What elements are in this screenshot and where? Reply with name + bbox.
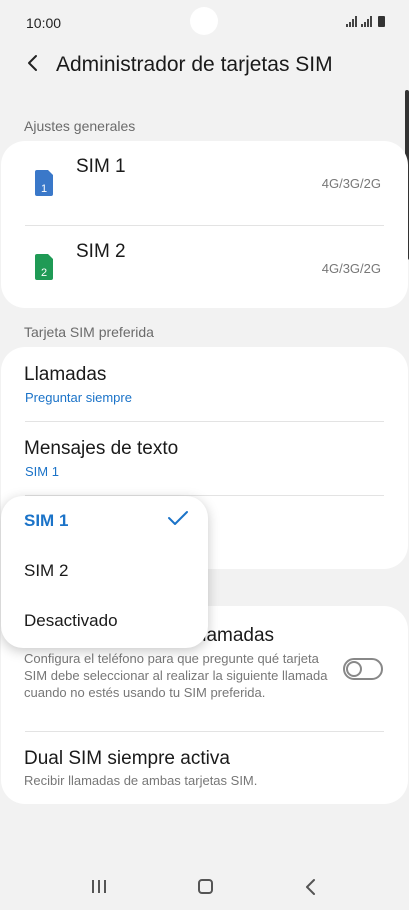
home-icon[interactable]: [198, 879, 213, 894]
dropdown-option-label: Desactivado: [24, 611, 118, 630]
dropdown-option-off[interactable]: Desactivado: [1, 596, 208, 648]
dropdown-option-label: SIM 1: [24, 511, 69, 530]
battery-icon: [378, 16, 385, 27]
calls-value: Preguntar siempre: [25, 390, 132, 405]
ask-calls-description: Configura el teléfono para que pregunte …: [24, 651, 328, 700]
back-icon[interactable]: [303, 878, 319, 896]
calls-row[interactable]: Llamadas Preguntar siempre: [1, 347, 408, 421]
svg-text:2: 2: [41, 267, 47, 279]
check-icon: [168, 511, 188, 525]
messages-value: SIM 1: [25, 464, 59, 479]
dual-sim-description: Recibir llamadas de ambas tarjetas SIM.: [24, 773, 258, 788]
status-time: 10:00: [26, 15, 62, 31]
toggle-knob: [346, 661, 362, 677]
dual-sim-row[interactable]: Dual SIM siempre activa Recibir llamadas…: [1, 732, 408, 802]
sim-row-2[interactable]: 2 SIM 2 4G/3G/2G: [1, 226, 408, 310]
ask-calls-title: llamadas: [198, 625, 275, 646]
sim-card-icon: 2: [35, 254, 53, 280]
camera-cutout: [190, 7, 218, 35]
signal-icon-sim2: [361, 16, 372, 27]
back-arrow-icon[interactable]: [22, 52, 44, 74]
recent-apps-icon[interactable]: [92, 880, 106, 893]
messages-title: Mensajes de texto: [24, 438, 179, 459]
page-title: Administrador de tarjetas SIM: [56, 53, 333, 76]
dropdown-option-sim1[interactable]: SIM 1: [1, 496, 208, 546]
signal-icon-sim1: [346, 16, 357, 27]
calls-title: Llamadas: [24, 364, 107, 385]
sim-select-dropdown: SIM 1 SIM 2 Desactivado: [1, 496, 208, 648]
dropdown-option-label: SIM 2: [24, 561, 69, 580]
sim-name: SIM 2: [76, 241, 126, 262]
sim-card-icon: 1: [35, 170, 53, 196]
sim-network: 4G/3G/2G: [321, 261, 381, 276]
dual-sim-title: Dual SIM siempre activa: [24, 748, 230, 769]
section-label-general: Ajustes generales: [24, 118, 136, 134]
dropdown-option-sim2[interactable]: SIM 2: [1, 546, 208, 596]
svg-text:1: 1: [41, 183, 47, 195]
app-header: Administrador de tarjetas SIM: [0, 46, 409, 86]
section-label-preferred: Tarjeta SIM preferida: [24, 324, 154, 340]
sim-network: 4G/3G/2G: [321, 176, 381, 191]
sim-name: SIM 1: [76, 156, 126, 177]
messages-row[interactable]: Mensajes de texto SIM 1: [1, 422, 408, 495]
navigation-bar: [0, 862, 409, 910]
sim-row-1[interactable]: 1 SIM 1 4G/3G/2G: [1, 141, 408, 225]
status-icons: [346, 16, 385, 27]
ask-calls-toggle[interactable]: [343, 658, 383, 680]
status-bar: 10:00: [0, 0, 409, 46]
sim-list-card: 1 SIM 1 4G/3G/2G 2 SIM 2 4G/3G/2G: [1, 141, 408, 308]
